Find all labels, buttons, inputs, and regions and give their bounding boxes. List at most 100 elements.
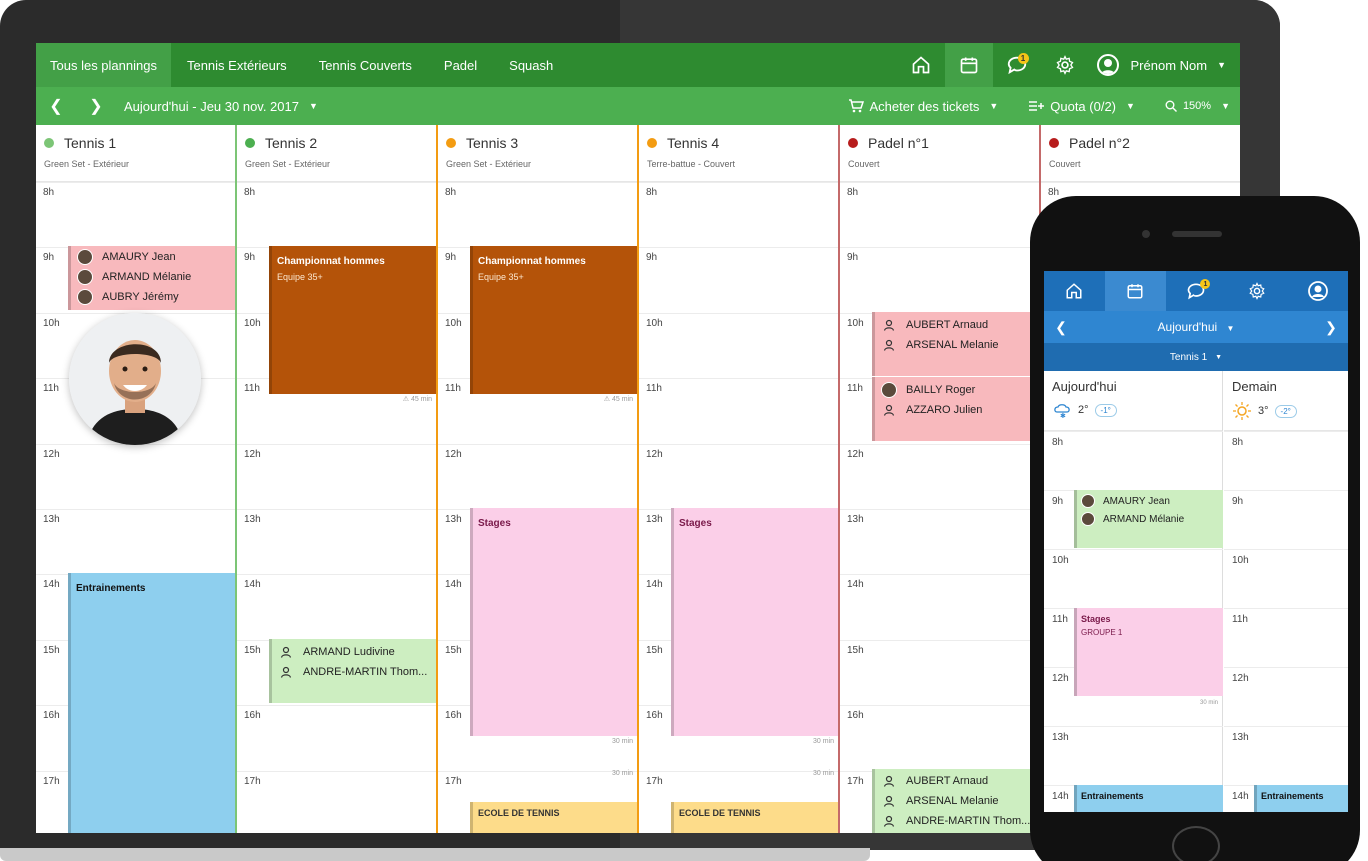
court-status-dot (1049, 138, 1059, 148)
prev-day-icon[interactable]: ❮ (36, 96, 76, 116)
zoom-button[interactable]: 150% ▼ (1165, 100, 1230, 112)
training-event[interactable]: Entrainements (1074, 785, 1223, 812)
training-event[interactable]: Entrainements (68, 573, 235, 833)
court-surface: Green Set - Extérieur (245, 159, 331, 169)
messages-icon[interactable]: 1 (993, 43, 1041, 87)
calendar-icon[interactable] (1104, 271, 1166, 311)
user-avatar-icon[interactable] (1287, 271, 1348, 311)
court-name: Tennis 2 (265, 135, 318, 151)
hour-label: 12h (847, 449, 864, 460)
prev-day-icon[interactable]: ❮ (1044, 319, 1078, 336)
next-day-icon[interactable]: ❯ (1314, 319, 1348, 336)
booking-event[interactable]: AUBERT Arnaud ARSENAL Melanie ANDRE-MART… (872, 769, 1042, 833)
hour-label: 14h (1232, 791, 1249, 802)
court-header: Tennis 4 Terre-battue - Couvert (639, 125, 838, 182)
hour-gridline (237, 509, 436, 510)
player-name: AUBERT Arnaud (906, 775, 989, 787)
hour-gridline (237, 574, 436, 575)
booking-event[interactable]: AMAURY Jean ARMAND Mélanie (1074, 490, 1223, 548)
tab-indoor-tennis[interactable]: Tennis Couverts (303, 43, 428, 87)
school-event[interactable]: ECOLE DE TENNIS (671, 802, 838, 833)
championship-event[interactable]: Championnat hommes Equipe 35+ (269, 246, 436, 394)
home-icon[interactable] (897, 43, 945, 87)
svg-text:✱: ✱ (1060, 412, 1066, 418)
hour-gridline (840, 444, 1039, 445)
mobile-date-selector[interactable]: Aujourd'hui ▼ (1078, 320, 1314, 334)
hour-label: 12h (43, 449, 60, 460)
hour-label: 15h (646, 645, 663, 656)
stages-event[interactable]: Stages GROUPE 1 (1074, 608, 1223, 696)
court-surface: Green Set - Extérieur (44, 159, 130, 169)
tab-all-plannings[interactable]: Tous les plannings (36, 43, 171, 87)
hour-label: 14h (244, 579, 261, 590)
school-event[interactable]: ECOLE DE TENNIS (470, 802, 637, 833)
mobile-nav: 1 (1044, 271, 1348, 311)
stages-event[interactable]: Stages (671, 508, 838, 736)
mobile-day-column: Demain 3° -2° 8h 9h 10h 11h 12h 13h 14h Entrain… (1224, 371, 1348, 812)
tab-outdoor-tennis[interactable]: Tennis Extérieurs (171, 43, 303, 87)
quota-button[interactable]: Quota (0/2) ▼ (1028, 99, 1135, 114)
hour-gridline (1044, 726, 1223, 727)
gear-icon[interactable] (1226, 271, 1287, 311)
player-row: AUBERT Arnaud (875, 315, 1042, 335)
day-header: Demain 3° -2° (1224, 371, 1348, 431)
calendar-icon[interactable] (944, 43, 993, 87)
phone-camera (1142, 230, 1150, 238)
player-row: ANDRE-MARTIN Thom... (272, 662, 436, 682)
hour-gridline (639, 313, 838, 314)
hour-label: 14h (445, 579, 462, 590)
hour-gridline (840, 574, 1039, 575)
buy-tickets-button[interactable]: Acheter des tickets ▼ (848, 99, 998, 114)
booking-event[interactable]: ARMAND Ludivine ANDRE-MARTIN Thom... (269, 639, 436, 703)
hour-gridline (237, 444, 436, 445)
hour-label: 10h (847, 318, 864, 329)
court-status-dot (245, 138, 255, 148)
sub-nav-actions: Acheter des tickets ▼ Quota (0/2) ▼ 150%… (848, 99, 1241, 114)
mobile-court-selector[interactable]: Tennis 1 ▼ (1044, 343, 1348, 371)
player-avatar (1081, 494, 1095, 508)
hour-label: 17h (445, 776, 462, 787)
date-selector[interactable]: Aujourd'hui - Jeu 30 nov. 2017 ▼ (124, 99, 318, 114)
player-photo (69, 313, 201, 445)
tab-squash[interactable]: Squash (493, 43, 569, 87)
temperature: 2° (1078, 404, 1089, 416)
duration-label: ⚠ 45 min (402, 396, 432, 403)
home-icon[interactable] (1044, 271, 1105, 311)
hour-label: 15h (43, 645, 60, 656)
weather: ✱ 2° -1° (1052, 402, 1222, 418)
messages-icon[interactable]: 1 (1166, 271, 1227, 311)
tab-padel[interactable]: Padel (428, 43, 493, 87)
player-name: ARSENAL Melanie (906, 339, 999, 351)
event-title: Championnat hommes (277, 256, 385, 267)
gear-icon[interactable] (1041, 43, 1089, 87)
championship-event[interactable]: Championnat hommes Equipe 35+ (470, 246, 637, 394)
day-label: Demain (1232, 379, 1277, 394)
booking-event[interactable]: AMAURY Jean ARMAND Mélanie AUBRY Jérémy (68, 246, 235, 310)
phone-home-button[interactable] (1172, 826, 1220, 861)
booking-event[interactable]: BAILLY Roger AZZARO Julien (872, 377, 1042, 441)
hour-gridline (1224, 726, 1348, 727)
hour-label: 8h (646, 187, 658, 198)
notification-badge: 1 (1017, 53, 1029, 64)
user-avatar-icon (1096, 54, 1119, 76)
snow-cloud-icon: ✱ (1054, 404, 1070, 418)
player-name: AZZARO Julien (906, 404, 983, 416)
stages-event[interactable]: Stages (470, 508, 637, 736)
event-title: Championnat hommes (478, 256, 586, 267)
hour-label: 17h (43, 776, 60, 787)
player-row: AUBRY Jérémy (71, 287, 235, 307)
hour-gridline (36, 182, 235, 183)
player-avatar (77, 249, 93, 265)
hour-label: 17h (646, 776, 663, 787)
booking-event[interactable]: AUBERT Arnaud ARSENAL Melanie (872, 312, 1042, 376)
training-event[interactable]: Entrainements (1254, 785, 1348, 812)
hour-gridline (438, 771, 637, 772)
hour-gridline (840, 640, 1039, 641)
court-status-dot (848, 138, 858, 148)
player-name: AMAURY Jean (102, 251, 176, 263)
event-title: ECOLE DE TENNIS (478, 808, 560, 818)
court-name: Padel n°2 (1069, 135, 1130, 151)
user-menu[interactable]: Prénom Nom ▼ (1089, 43, 1241, 87)
hour-label: 17h (244, 776, 261, 787)
next-day-icon[interactable]: ❯ (76, 96, 116, 116)
